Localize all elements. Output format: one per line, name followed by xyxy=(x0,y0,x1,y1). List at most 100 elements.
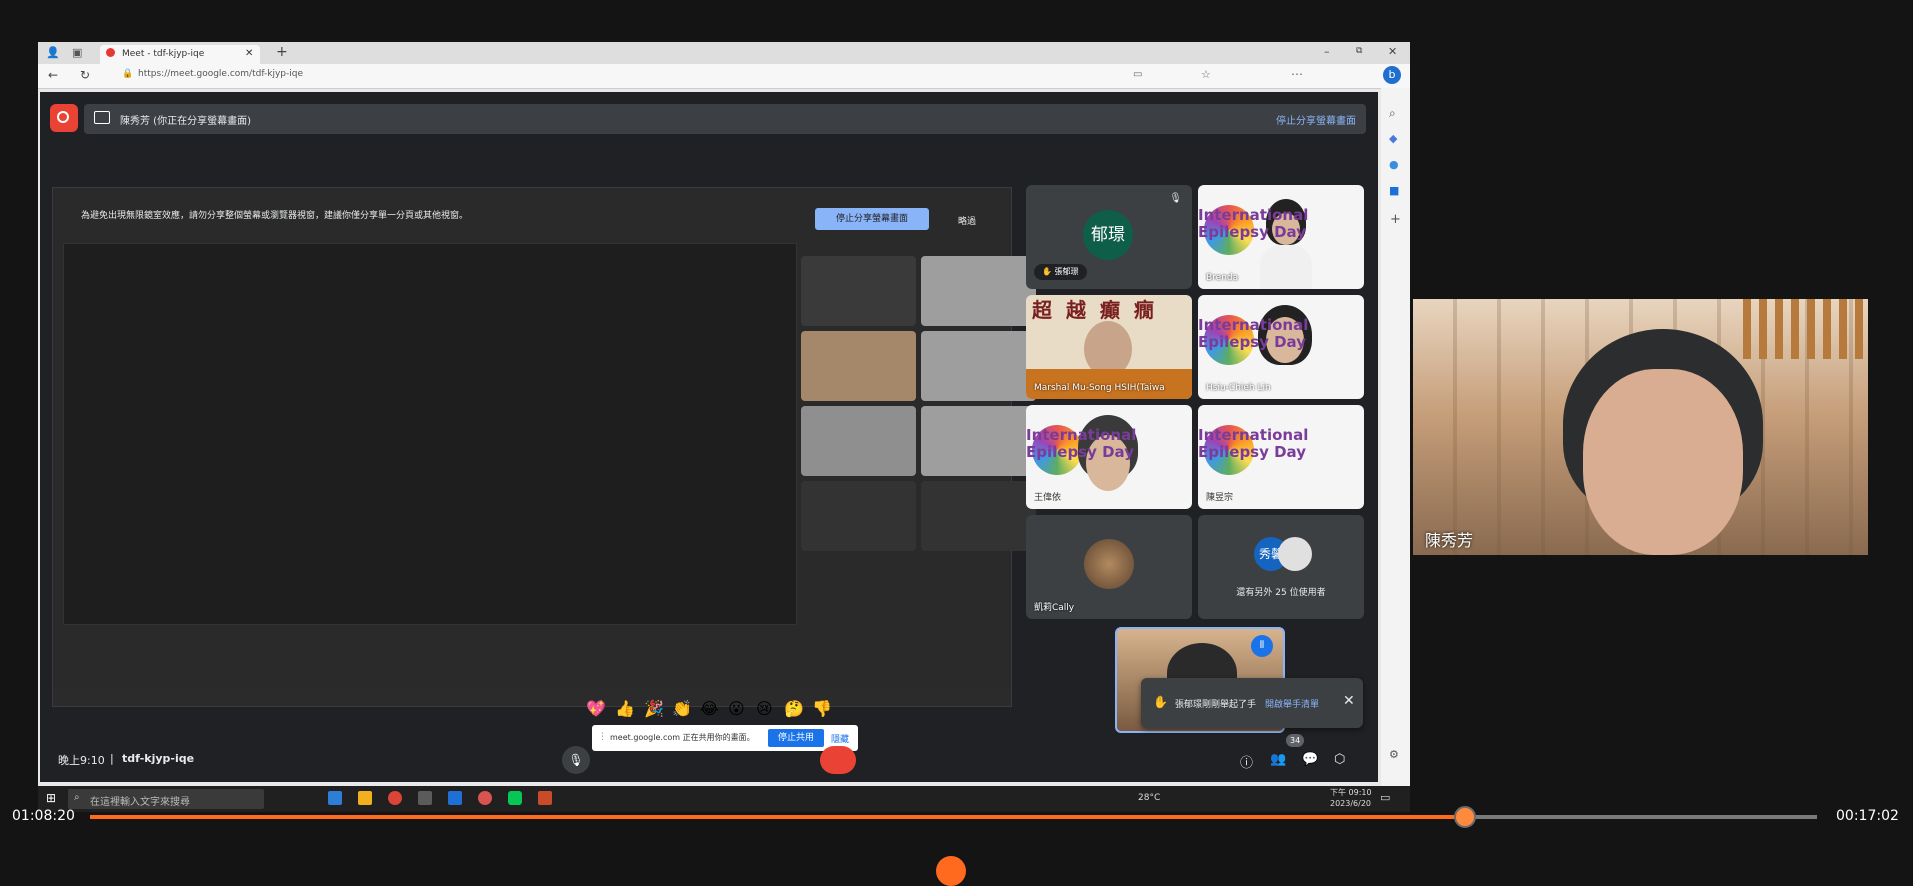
people-icon[interactable]: 👥 xyxy=(1270,752,1286,767)
tile-banner: International Epilepsy Day xyxy=(1026,426,1137,461)
reaction-thumbs-down[interactable]: 👎 xyxy=(812,699,832,718)
nested-tile xyxy=(921,331,1036,401)
microphone-icon[interactable]: 🎙 xyxy=(562,746,590,774)
elapsed-time: 01:08:20 xyxy=(12,808,75,824)
participant-tile[interactable]: 超越癲癇 Marshal Mu-Song HSIH(Taiwa xyxy=(1026,295,1192,399)
nested-tile xyxy=(801,481,916,551)
close-tab-icon[interactable]: ✕ xyxy=(245,48,253,59)
ceiling-slats xyxy=(1743,299,1868,359)
participant-tile[interactable]: 郁璟 🎙 ✋ 張郁璟 xyxy=(1026,185,1192,289)
add-icon[interactable]: + xyxy=(1390,212,1401,227)
chrome-profile-icon[interactable] xyxy=(478,791,492,805)
meet-stage: 陳秀芳 (你正在分享螢幕畫面) 停止分享螢幕畫面 為避免出現無限鏡室效應，請勿分… xyxy=(40,92,1378,782)
participant-name: Hsiu-Chieh Lin xyxy=(1206,383,1271,393)
participant-tile[interactable]: International Epilepsy Day 王偉依 xyxy=(1026,405,1192,509)
activities-icon[interactable]: ⬡ xyxy=(1334,752,1345,767)
store-icon[interactable] xyxy=(418,791,432,805)
profile-icon[interactable]: 👤 xyxy=(46,46,60,59)
reaction-heart[interactable]: 💖 xyxy=(586,699,606,718)
nested-tile xyxy=(801,256,916,326)
close-window-icon[interactable]: ✕ xyxy=(1388,45,1397,58)
presenter-banner: 陳秀芳 (你正在分享螢幕畫面) xyxy=(120,116,251,127)
taskbar-search[interactable]: ⌕ 在這裡輸入文字來搜尋 xyxy=(68,789,264,809)
settings-icon[interactable]: ⚙ xyxy=(1389,748,1399,761)
recording-icon xyxy=(106,48,115,57)
open-hand-queue-button[interactable]: 開啟舉手清單 xyxy=(1265,697,1319,710)
mirror-warning-text: 為避免出現無限鏡室效應，請勿分享整個螢幕或瀏覽器視窗，建議你僅分享單一分頁或其他… xyxy=(81,211,469,221)
participant-name: 凱莉Cally xyxy=(1034,603,1075,613)
participant-name: 王偉依 xyxy=(1034,493,1062,503)
reaction-clap[interactable]: 👏 xyxy=(672,699,692,718)
mic-off-icon: 🎙 xyxy=(1169,193,1182,204)
sharing-notification: ⋮ meet.google.com 正在共用你的畫面。 停止共用 隱藏 xyxy=(592,725,858,751)
chat-icon[interactable]: 💬 xyxy=(1302,752,1318,767)
browser-sidebar: ⌕ ◆ ● ■ + ⚙ xyxy=(1381,88,1410,797)
lock-icon: 🔒 xyxy=(122,69,134,79)
avatar xyxy=(1084,539,1134,589)
stop-share-button[interactable]: 停止共用 xyxy=(768,729,824,747)
minimize-icon[interactable]: – xyxy=(1324,45,1330,58)
tile-banner: International Epilepsy Day xyxy=(1198,206,1309,241)
drag-handle-icon[interactable]: ⋮ xyxy=(598,732,607,742)
reaction-party[interactable]: 🎉 xyxy=(644,699,664,718)
info-icon[interactable]: ⓘ xyxy=(1240,752,1253,771)
hide-button[interactable]: 隱藏 xyxy=(831,732,849,745)
participant-tile[interactable]: International Epilepsy Day Hsiu-Chieh Li… xyxy=(1198,295,1364,399)
camera-tile-name: 陳秀芳 xyxy=(1425,531,1474,550)
participant-tile[interactable]: International Epilepsy Day 陳昱宗 xyxy=(1198,405,1364,509)
tab-actions-icon[interactable]: ▣ xyxy=(72,46,82,59)
outlook-icon[interactable]: ■ xyxy=(1389,184,1399,197)
seek-handle[interactable] xyxy=(1453,806,1476,828)
new-tab-icon[interactable]: + xyxy=(276,44,288,60)
participant-tile[interactable]: International Epilepsy Day Brenda xyxy=(1198,185,1364,289)
url-field[interactable]: https://meet.google.com/tdf-kjyp-iqe xyxy=(138,69,303,79)
hand-icon: ✋ xyxy=(1153,695,1168,709)
avatar xyxy=(1278,537,1312,571)
dismiss-button[interactable]: 略過 xyxy=(958,214,976,227)
weather-temperature: 28°C xyxy=(1138,793,1161,803)
tag-icon[interactable]: ◆ xyxy=(1389,132,1397,145)
nested-tile xyxy=(921,481,1036,551)
notification-icon[interactable]: ▭ xyxy=(1380,791,1390,804)
play-control[interactable] xyxy=(936,856,966,886)
reaction-surprised[interactable]: 😮 xyxy=(728,699,745,718)
clock-date: 2023/6/20 xyxy=(1330,799,1372,808)
nested-tile xyxy=(921,406,1036,476)
tab-meet[interactable]: Meet - tdf-kjyp-iqe ✕ xyxy=(100,45,260,64)
reaction-thinking[interactable]: 🤔 xyxy=(784,699,804,718)
close-icon[interactable]: ✕ xyxy=(1343,693,1355,709)
reaction-sad[interactable]: 😢 xyxy=(756,699,773,718)
reload-icon[interactable]: ↻ xyxy=(80,68,90,82)
search-icon[interactable]: ⌕ xyxy=(1389,106,1396,121)
favorite-icon[interactable]: ☆ xyxy=(1201,68,1211,81)
hand-raised-badge: ✋ 張郁璟 xyxy=(1034,264,1087,280)
leave-call-button[interactable] xyxy=(820,746,856,774)
others-tile[interactable]: 秀馨 還有另外 25 位使用者 xyxy=(1198,515,1364,619)
apps-icon[interactable]: ● xyxy=(1389,158,1399,171)
progress-track[interactable] xyxy=(90,815,1817,819)
reaction-laugh[interactable]: 😂 xyxy=(700,699,719,718)
tab-strip: 👤 ▣ Meet - tdf-kjyp-iqe ✕ + – ⧉ ✕ xyxy=(38,42,1410,64)
line-icon[interactable] xyxy=(508,791,522,805)
explorer-icon[interactable] xyxy=(358,791,372,805)
reaction-bar: 💖 👍 🎉 👏 😂 😮 😢 🤔 👎 xyxy=(586,699,876,721)
avatar: 郁璟 xyxy=(1083,210,1133,260)
mail-icon[interactable] xyxy=(448,791,462,805)
stop-sharing-button[interactable]: 停止分享螢幕畫面 xyxy=(815,208,929,230)
hand-raised-toast: ✋ 張郁璟剛剛舉起了手 開啟舉手清單 ✕ xyxy=(1141,678,1363,728)
restore-icon[interactable]: ⧉ xyxy=(1356,46,1362,56)
bing-icon[interactable]: b xyxy=(1383,66,1401,84)
toast-text: 張郁璟剛剛舉起了手 xyxy=(1175,700,1257,710)
more-icon[interactable]: ⋯ xyxy=(1291,67,1303,81)
participant-tile[interactable]: 凱莉Cally xyxy=(1026,515,1192,619)
edge-icon[interactable] xyxy=(328,791,342,805)
back-icon[interactable]: ← xyxy=(48,68,58,82)
camera-icon[interactable]: ▭ xyxy=(1133,69,1142,80)
chrome-icon[interactable] xyxy=(388,791,402,805)
start-icon[interactable]: ⊞ xyxy=(46,791,56,805)
progress-fill xyxy=(90,815,1465,819)
reaction-thumbs-up[interactable]: 👍 xyxy=(615,699,635,718)
app-icon[interactable] xyxy=(538,791,552,805)
participant-name: 陳昱宗 xyxy=(1206,493,1234,503)
stop-sharing-link[interactable]: 停止分享螢幕畫面 xyxy=(1276,112,1356,127)
